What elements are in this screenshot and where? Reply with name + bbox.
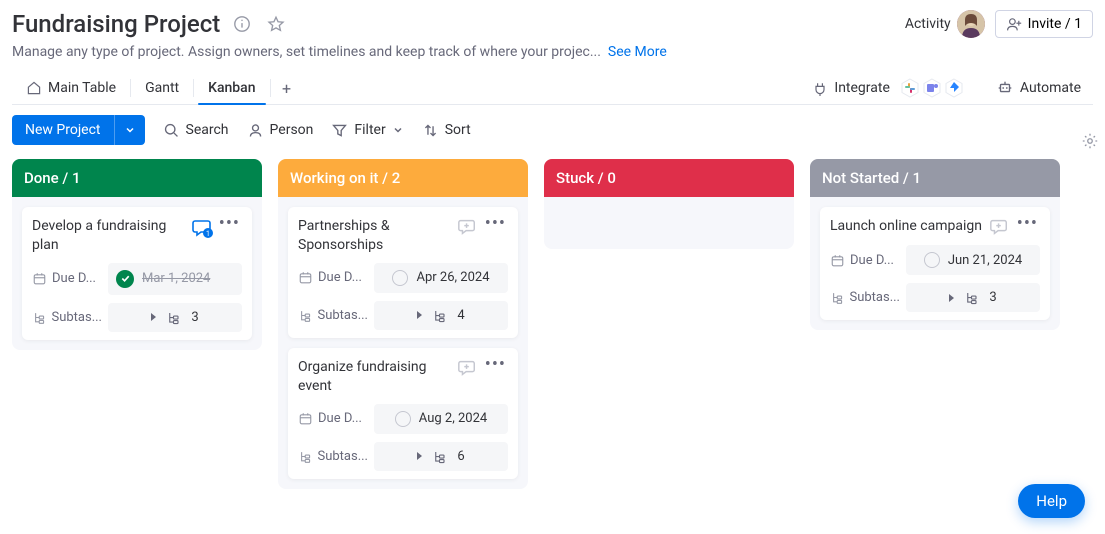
kanban-column: Working on it / 2 Partnerships & Sponsors… xyxy=(278,159,528,489)
activity-label: Activity xyxy=(905,16,951,32)
kanban-column: Done / 1 Develop a fundraising plan 1 ••• Du… xyxy=(12,159,262,489)
subtasks-label: Subtas... xyxy=(830,290,900,305)
kanban-card[interactable]: Partnerships & Sponsorships ••• Due D... Ap… xyxy=(288,207,518,338)
subtasks-cell[interactable]: 6 xyxy=(374,442,508,471)
add-chat-icon[interactable] xyxy=(457,217,477,237)
due-date-label: Due D... xyxy=(298,411,368,426)
person-filter-button[interactable]: Person xyxy=(247,122,314,139)
jira-icon xyxy=(944,78,964,98)
tab-main-table[interactable]: Main Table xyxy=(12,72,130,104)
status-circle-icon xyxy=(924,252,940,268)
column-body: Launch online campaign ••• Due D... Jun 21,… xyxy=(810,197,1060,330)
board-description: Manage any type of project. Assign owner… xyxy=(12,44,1093,60)
expand-icon xyxy=(417,452,422,460)
invite-button[interactable]: Invite / 1 xyxy=(995,10,1093,38)
add-chat-icon[interactable] xyxy=(457,358,477,378)
subtasks-cell[interactable]: 3 xyxy=(906,283,1040,312)
due-date-cell[interactable]: Aug 2, 2024 xyxy=(374,404,508,434)
subtasks-count: 4 xyxy=(457,308,464,323)
teams-icon xyxy=(922,78,942,98)
chat-icon[interactable]: 1 xyxy=(191,217,211,237)
column-body: Partnerships & Sponsorships ••• Due D... Ap… xyxy=(278,197,528,489)
svg-text:1: 1 xyxy=(206,230,210,238)
subtasks-label: Subtas... xyxy=(298,308,368,323)
subtasks-label: Subtas... xyxy=(298,449,368,464)
column-body: Develop a fundraising plan 1 ••• Due D... Ma… xyxy=(12,197,262,350)
card-title: Launch online campaign xyxy=(830,217,983,236)
check-icon xyxy=(116,270,134,288)
sort-button[interactable]: Sort xyxy=(422,122,471,139)
due-date-value: Jun 21, 2024 xyxy=(948,253,1022,268)
column-header[interactable]: Not Started / 1 xyxy=(810,159,1060,197)
info-icon[interactable] xyxy=(230,12,254,36)
due-date-cell[interactable]: Jun 21, 2024 xyxy=(906,245,1040,275)
due-date-cell[interactable]: Apr 26, 2024 xyxy=(374,263,508,293)
board-settings-icon[interactable] xyxy=(1081,132,1099,150)
status-circle-icon xyxy=(392,270,408,286)
due-date-label: Due D... xyxy=(298,270,368,285)
help-button[interactable]: Help xyxy=(1018,484,1085,518)
filter-button[interactable]: Filter xyxy=(331,122,403,139)
kanban-card[interactable]: Organize fundraising event ••• Due D... Aug… xyxy=(288,348,518,479)
due-date-label: Due D... xyxy=(32,271,102,286)
due-date-cell[interactable]: Mar 1, 2024 xyxy=(108,263,242,295)
subtasks-count: 6 xyxy=(457,449,464,464)
kanban-card[interactable]: Develop a fundraising plan 1 ••• Due D... Ma… xyxy=(22,207,252,340)
expand-icon xyxy=(949,294,954,302)
favorite-star-icon[interactable] xyxy=(264,12,288,36)
new-project-button[interactable]: New Project xyxy=(12,115,114,145)
slack-icon xyxy=(900,78,920,98)
kanban-card[interactable]: Launch online campaign ••• Due D... Jun 21,… xyxy=(820,207,1050,320)
subtasks-label: Subtas... xyxy=(32,310,102,325)
see-more-link[interactable]: See More xyxy=(608,44,667,60)
due-date-label: Due D... xyxy=(830,253,900,268)
card-menu-button[interactable]: ••• xyxy=(1015,217,1040,231)
chevron-down-icon xyxy=(392,124,404,136)
column-header[interactable]: Working on it / 2 xyxy=(278,159,528,197)
kanban-column: Stuck / 0 xyxy=(544,159,794,489)
search-button[interactable]: Search xyxy=(163,122,229,139)
card-menu-button[interactable]: ••• xyxy=(483,217,508,231)
due-date-value: Mar 1, 2024 xyxy=(142,271,210,286)
add-chat-icon[interactable] xyxy=(989,217,1009,237)
kanban-column: Not Started / 1 Launch online campaign •••… xyxy=(810,159,1060,489)
automate-button[interactable]: Automate xyxy=(996,79,1081,97)
page-title: Fundraising Project xyxy=(12,10,220,38)
invite-label: Invite / 1 xyxy=(1028,16,1082,32)
subtasks-cell[interactable]: 4 xyxy=(374,301,508,330)
expand-icon xyxy=(151,313,156,321)
card-title: Partnerships & Sponsorships xyxy=(298,217,451,255)
tab-kanban[interactable]: Kanban xyxy=(194,72,269,104)
card-menu-button[interactable]: ••• xyxy=(483,358,508,372)
column-body xyxy=(544,197,794,249)
tab-gantt[interactable]: Gantt xyxy=(131,72,193,104)
subtasks-count: 3 xyxy=(989,290,996,305)
due-date-value: Aug 2, 2024 xyxy=(419,411,487,426)
column-header[interactable]: Stuck / 0 xyxy=(544,159,794,197)
integration-apps xyxy=(900,78,964,98)
subtasks-count: 3 xyxy=(191,310,198,325)
activity-button[interactable]: Activity xyxy=(905,10,985,38)
due-date-value: Apr 26, 2024 xyxy=(416,270,489,285)
new-project-dropdown[interactable] xyxy=(114,115,145,145)
status-circle-icon xyxy=(395,411,411,427)
add-tab-button[interactable]: + xyxy=(271,79,303,98)
integrate-button[interactable]: Integrate xyxy=(812,78,964,98)
column-header[interactable]: Done / 1 xyxy=(12,159,262,197)
card-title: Organize fundraising event xyxy=(298,358,451,396)
avatar xyxy=(957,10,985,38)
card-title: Develop a fundraising plan xyxy=(32,217,185,255)
card-menu-button[interactable]: ••• xyxy=(217,217,242,231)
expand-icon xyxy=(417,311,422,319)
subtasks-cell[interactable]: 3 xyxy=(108,303,242,332)
